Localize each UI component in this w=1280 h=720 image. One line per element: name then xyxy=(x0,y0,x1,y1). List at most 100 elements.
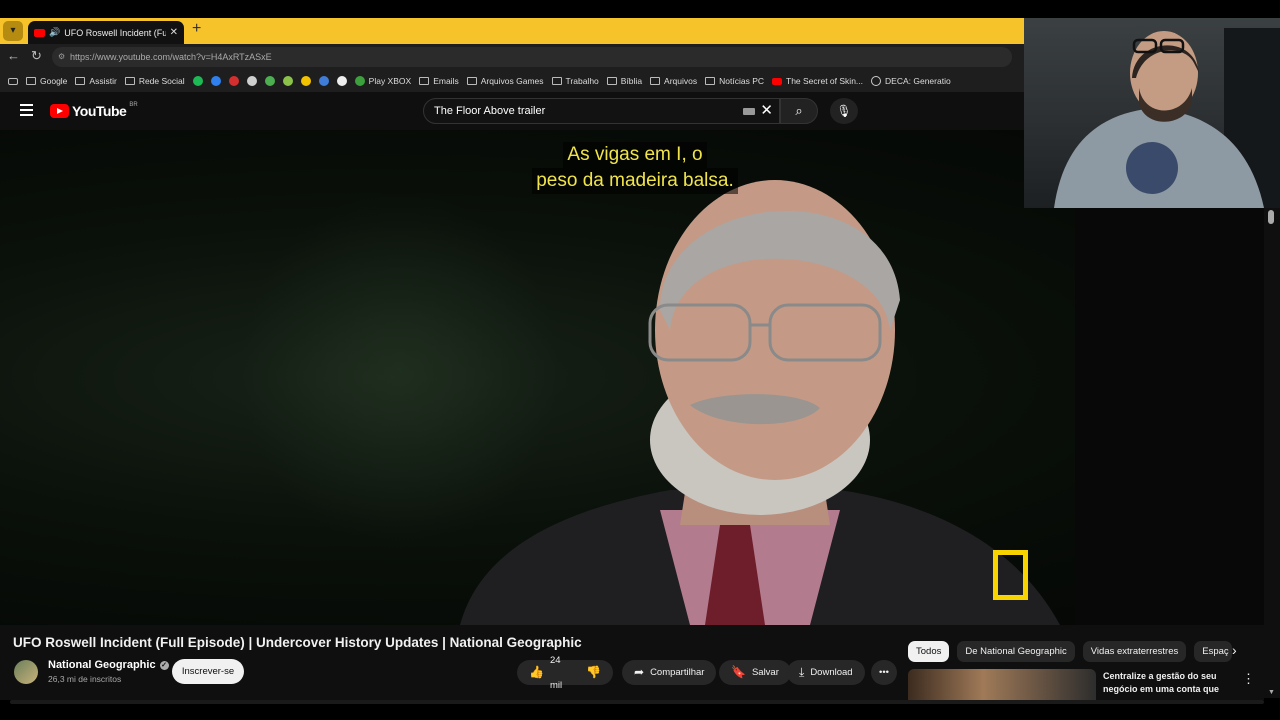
search-query: The Floor Above trailer xyxy=(434,105,546,117)
keyboard-icon[interactable] xyxy=(743,108,755,115)
verified-icon: ✓ xyxy=(159,660,169,670)
bookmark-item[interactable] xyxy=(264,76,275,86)
bookmark-item[interactable]: The Secret of Skin... xyxy=(772,76,863,86)
bookmark-label: Notícias PC xyxy=(719,76,764,86)
bookmark-item[interactable] xyxy=(336,76,347,86)
search-icon: ⌕ xyxy=(795,103,803,118)
bookmark-item[interactable] xyxy=(318,76,329,86)
bookmark-item[interactable] xyxy=(300,76,311,86)
bookmark-label: Play XBOX xyxy=(368,76,412,86)
tab-title: UFO Roswell Incident (Full Ep xyxy=(64,27,166,38)
bookmark-item[interactable]: DECA: Generatio xyxy=(871,76,951,86)
clear-search-icon[interactable]: ✕ xyxy=(760,99,773,123)
more-actions-button[interactable]: ••• xyxy=(871,660,897,685)
youtube-icon xyxy=(772,77,782,85)
youtube-play-icon xyxy=(50,104,69,118)
xbox-icon xyxy=(354,76,365,86)
address-bar[interactable]: ⚙ https://www.youtube.com/watch?v=H4AxRT… xyxy=(52,47,1012,67)
voice-search-button[interactable]: 🎙 xyxy=(830,98,858,124)
bookmark-item[interactable] xyxy=(210,76,221,86)
recommendation-thumbnail[interactable] xyxy=(908,669,1096,700)
bookmark-label: Google xyxy=(40,76,68,86)
scroll-down-icon[interactable]: ▼ xyxy=(1268,689,1275,696)
bookmark-label: Emails xyxy=(433,76,459,86)
chip-aliens[interactable]: Vidas extraterrestres xyxy=(1082,641,1187,662)
share-label: Compartilhar xyxy=(650,667,705,678)
bookmark-item[interactable]: Arquivos Games xyxy=(466,76,544,86)
folder-icon xyxy=(705,77,716,85)
bookmark-item[interactable]: Emails xyxy=(419,76,459,86)
save-label: Salvar xyxy=(751,667,779,678)
bookmark-item[interactable] xyxy=(246,76,257,86)
chip-space[interactable]: Espaç xyxy=(1194,641,1233,662)
site-info-icon[interactable]: ⚙ xyxy=(58,47,65,67)
bookmark-item[interactable] xyxy=(282,76,293,86)
red-circle-icon xyxy=(228,76,239,86)
blue-brush-icon xyxy=(318,76,329,86)
filter-chips: Todos De National Geographic Vidas extra… xyxy=(908,641,1233,662)
reload-icon[interactable]: ↻ xyxy=(31,48,42,64)
blue-circle-icon xyxy=(210,76,221,86)
scrollbar-thumb[interactable] xyxy=(1268,210,1274,224)
save-button[interactable]: 🔖 Salvar xyxy=(719,660,791,685)
webcam-person xyxy=(1054,28,1280,208)
bookmarks-bar: Google Assistir Rede Social Play XBOX Emails… xyxy=(0,70,1024,92)
new-tab-button[interactable]: + xyxy=(192,20,201,38)
bookmark-item[interactable]: Trabalho xyxy=(551,76,599,86)
folder-icon xyxy=(551,77,562,85)
menu-icon[interactable] xyxy=(20,104,33,119)
bottom-edge xyxy=(0,700,1280,720)
folder-icon xyxy=(26,77,36,85)
dislike-icon[interactable]: 👎 xyxy=(586,660,601,685)
recommendation-menu-icon[interactable]: ⋮ xyxy=(1242,671,1255,687)
bookmark-item[interactable]: Play XBOX xyxy=(354,76,412,86)
like-icon[interactable]: 👍 xyxy=(529,660,544,685)
bookmark-item[interactable] xyxy=(228,76,239,86)
video-subtitles: As vigas em I, o peso da madeira balsa. xyxy=(480,142,790,194)
search-button[interactable]: ⌕ xyxy=(780,98,818,124)
folder-icon xyxy=(606,77,617,85)
folder-icon xyxy=(466,77,477,85)
globe-icon xyxy=(871,76,882,86)
folder-icon xyxy=(75,77,86,85)
chip-todos[interactable]: Todos xyxy=(908,641,950,662)
tab-search-button[interactable]: ▾ xyxy=(3,21,23,41)
youtube-favicon-icon xyxy=(34,28,45,37)
page-scrollbar[interactable]: ▼ xyxy=(1264,208,1280,698)
video-details: UFO Roswell Incident (Full Episode) | Un… xyxy=(0,625,1264,707)
browser-tab[interactable]: 🔊 UFO Roswell Incident (Full Ep ✕ xyxy=(28,21,184,44)
bookmark-label: Assistir xyxy=(89,76,117,86)
bookmark-item[interactable]: Arquivos xyxy=(650,76,697,86)
green-circle-icon xyxy=(192,76,203,86)
channel-name[interactable]: National Geographic ✓ xyxy=(48,659,169,671)
url-path: /watch?v=H4AxRTzASxE xyxy=(170,52,272,62)
chevron-right-icon[interactable]: › xyxy=(1232,642,1237,658)
like-count[interactable]: 24 mil xyxy=(550,648,562,698)
search-input[interactable]: The Floor Above trailer ✕ xyxy=(423,98,780,124)
bookmark-label: Trabalho xyxy=(565,76,599,86)
back-icon[interactable]: ← xyxy=(7,48,20,63)
bookmark-item[interactable]: Rede Social xyxy=(124,76,185,86)
logo-region: BR xyxy=(129,102,138,108)
speaker-icon[interactable]: 🔊 xyxy=(49,27,60,38)
folder-icon xyxy=(419,77,430,85)
s-icon xyxy=(336,76,347,86)
share-icon: ➦ xyxy=(634,665,645,679)
close-tab-icon[interactable]: ✕ xyxy=(170,27,178,38)
bookmark-item[interactable]: Bíblia xyxy=(606,76,642,86)
youtube-logo[interactable]: YouTube BR xyxy=(50,102,138,119)
bookmark-icon: 🔖 xyxy=(731,665,746,679)
apps-icon[interactable] xyxy=(8,77,18,85)
subscriber-count: 26,3 mi de inscritos xyxy=(48,674,122,684)
bookmark-item[interactable]: Assistir xyxy=(75,76,117,86)
bookmark-item[interactable]: Google xyxy=(26,76,67,86)
bookmark-item[interactable]: Notícias PC xyxy=(705,76,764,86)
channel-avatar[interactable] xyxy=(14,660,38,684)
browser-tab-bar: ▾ 🔊 UFO Roswell Incident (Full Ep ✕ + xyxy=(0,18,1024,44)
bookmark-item[interactable] xyxy=(192,76,203,86)
share-button[interactable]: ➦ Compartilhar xyxy=(622,660,717,685)
chip-from-channel[interactable]: De National Geographic xyxy=(957,641,1075,662)
video-title: UFO Roswell Incident (Full Episode) | Un… xyxy=(13,635,582,650)
subscribe-button[interactable]: Inscrever-se xyxy=(172,659,244,684)
download-button[interactable]: ⤓ Download xyxy=(787,660,865,685)
